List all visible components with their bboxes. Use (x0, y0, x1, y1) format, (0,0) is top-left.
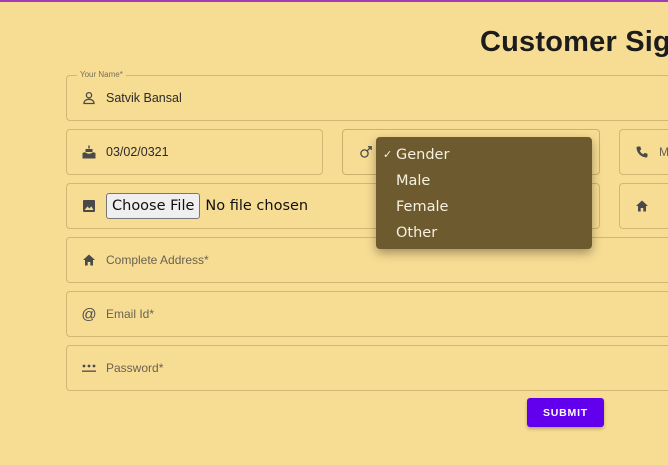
gender-option-male[interactable]: Male (376, 168, 592, 194)
phone-icon (634, 144, 650, 160)
phone-field[interactable]: M (619, 129, 668, 175)
gender-dropdown-menu: ✓ Gender Male Female Other (376, 137, 592, 249)
city-field[interactable] (619, 183, 668, 229)
choose-file-button[interactable]: Choose File (106, 193, 201, 219)
home-icon (81, 252, 97, 268)
gender-option-other[interactable]: Other (376, 220, 592, 246)
name-value: Satvik Bansal (106, 91, 182, 105)
password-dots-icon (81, 360, 97, 376)
phone-placeholder: M (659, 145, 668, 159)
at-sign-icon: @ (81, 305, 97, 323)
check-icon: ✓ (383, 148, 393, 161)
dob-value: 03/02/0321 (106, 145, 169, 159)
person-icon (81, 90, 97, 106)
option-label: Other (396, 225, 438, 241)
email-placeholder: Email Id* (106, 307, 155, 321)
option-label: Female (396, 199, 449, 215)
email-field[interactable]: @ Email Id* (66, 291, 668, 337)
dob-field[interactable]: 03/02/0321 (66, 129, 323, 175)
option-label: Gender (396, 147, 450, 163)
address-placeholder: Complete Address* (106, 253, 209, 267)
page-title: Customer Sig (480, 26, 668, 58)
option-label: Male (396, 173, 431, 189)
cake-icon (81, 144, 97, 160)
gender-option-placeholder[interactable]: ✓ Gender (376, 142, 592, 168)
name-field[interactable]: Your Name* Satvik Bansal (66, 70, 668, 121)
gender-male-icon (358, 144, 374, 160)
home-icon (634, 198, 650, 214)
password-field[interactable]: Password* (66, 345, 668, 391)
file-status: No file chosen (205, 198, 309, 214)
top-accent-rule (0, 0, 668, 2)
name-field-label: Your Name* (77, 70, 126, 80)
gender-option-female[interactable]: Female (376, 194, 592, 220)
submit-button[interactable]: SUBMIT (527, 398, 604, 427)
password-placeholder: Password* (106, 361, 164, 375)
image-icon (81, 198, 97, 214)
